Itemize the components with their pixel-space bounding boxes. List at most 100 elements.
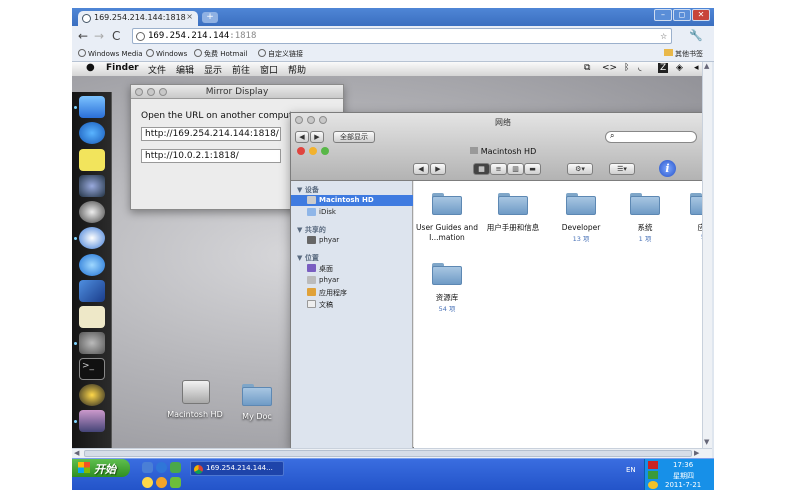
back-icon[interactable]: ← — [78, 29, 88, 43]
sidebar-item-shared-phyar[interactable]: phyar — [291, 235, 413, 246]
bookmarks-bar: Windows Media Windows 免费 Hotmail 自定义链接 其… — [72, 46, 714, 62]
menubar-extras-icon[interactable]: ⧉ — [584, 63, 590, 73]
sidebar-item-idisk[interactable]: iDisk — [291, 207, 413, 218]
nav-back-button[interactable]: ◀ — [295, 131, 309, 143]
sidebar-item-home-phyar[interactable]: phyar — [291, 275, 413, 286]
qq-icon[interactable] — [79, 384, 105, 406]
textedit-icon[interactable] — [79, 306, 105, 328]
finder-back-button[interactable]: ◀ — [413, 163, 429, 175]
view-columns-button[interactable]: ▥ — [507, 163, 524, 175]
zoom-icon[interactable] — [159, 88, 167, 96]
bookmark-hotmail[interactable]: 免费 Hotmail — [194, 49, 248, 59]
reload-icon[interactable]: C — [112, 29, 120, 43]
security-shield-icon[interactable] — [648, 471, 658, 479]
view-icon-button[interactable]: ▦ — [473, 163, 490, 175]
view-coverflow-button[interactable]: ▬ — [524, 163, 541, 175]
bookmark-windows[interactable]: Windows — [146, 49, 187, 58]
nav-forward-button[interactable]: ▶ — [310, 131, 324, 143]
sidebar-item-macintosh-hd[interactable]: Macintosh HD — [291, 195, 413, 206]
new-tab-button[interactable]: + — [202, 12, 218, 23]
home-icon — [307, 276, 316, 284]
stickies-icon[interactable] — [79, 149, 105, 171]
sidebar-item-desktop[interactable]: 桌面 — [291, 263, 413, 274]
start-button[interactable]: 开始 — [72, 459, 130, 477]
safari-icon[interactable] — [79, 227, 105, 249]
bookmark-star-icon[interactable]: ☆ — [660, 29, 667, 42]
itunes-icon[interactable] — [79, 254, 105, 276]
mirror-display-icon[interactable] — [79, 410, 105, 432]
menu-view[interactable]: 显示 — [204, 63, 222, 76]
terminal-icon[interactable]: >_ — [79, 358, 105, 380]
taskbar-button-chrome[interactable]: 169.254.214.144... — [190, 461, 284, 476]
bluetooth-icon[interactable]: ᛒ — [624, 63, 629, 73]
scroll-up-icon[interactable]: ▲ — [704, 62, 709, 70]
menu-window[interactable]: 窗口 — [260, 63, 278, 76]
search-field[interactable]: ⌕ — [605, 131, 697, 143]
other-bookmarks[interactable]: 其他书签 — [664, 49, 703, 59]
network-icon[interactable] — [648, 481, 658, 489]
menu-finder[interactable]: Finder — [106, 63, 139, 73]
qq-tray-icon[interactable] — [142, 477, 153, 488]
forward-icon[interactable]: → — [94, 29, 104, 43]
finder-icon[interactable] — [79, 96, 105, 118]
finder-forward-button[interactable]: ▶ — [430, 163, 446, 175]
menu-file[interactable]: 文件 — [148, 63, 166, 76]
show-desktop-icon[interactable] — [142, 462, 153, 473]
ie-icon[interactable] — [156, 462, 167, 473]
wifi-icon[interactable]: ◟ — [638, 63, 642, 73]
browser-tab[interactable]: 169.254.214.144:1818 × — [78, 11, 198, 26]
clock-time[interactable]: 17:36 — [673, 461, 693, 469]
scroll-right-icon[interactable]: ▶ — [694, 449, 699, 457]
action-gear-button[interactable]: ⚙▾ — [567, 163, 593, 175]
sidebar-item-applications[interactable]: 应用程序 — [291, 287, 413, 298]
tray-app-icon[interactable] — [170, 477, 181, 488]
minimize-icon[interactable] — [147, 88, 155, 96]
finder-toolbar: 网络 ◀ ▶ 全部显示 ⌕ Macintosh HD ◀ ▶ ▦ ≡ ▥ ▬ ⚙… — [291, 113, 712, 181]
menu-go[interactable]: 前往 — [232, 63, 250, 76]
scroll-down-icon[interactable]: ▼ — [704, 438, 709, 446]
bookmark-label: 免费 Hotmail — [204, 50, 248, 58]
bookmark-windows-media[interactable]: Windows Media — [78, 49, 143, 58]
app-store-icon[interactable] — [79, 122, 105, 144]
wrench-icon[interactable]: 🔧 — [689, 29, 703, 42]
volume-icon[interactable]: ◈ — [676, 63, 683, 73]
url-field-2[interactable]: http://10.0.2.1:1818/ — [141, 149, 281, 163]
horizontal-scrollbar[interactable]: ◀ ▶ — [72, 448, 712, 458]
minimize-button[interactable]: – — [654, 9, 672, 21]
media-player-icon[interactable] — [170, 462, 181, 473]
clock-weekday: 星期四 — [673, 472, 694, 480]
menu-help[interactable]: 帮助 — [288, 63, 306, 76]
code-icon[interactable]: <> — [602, 63, 617, 73]
facetime-icon[interactable] — [79, 175, 105, 197]
xcode-icon[interactable] — [79, 280, 105, 302]
sidebar-item-documents[interactable]: 文稿 — [291, 299, 413, 310]
battery-icon[interactable]: ◂ — [694, 63, 699, 73]
show-all-button[interactable]: 全部显示 — [333, 131, 375, 143]
bookmark-custom-links[interactable]: 自定义链接 — [258, 49, 303, 59]
ati-icon[interactable] — [648, 461, 658, 469]
chrome-icon — [194, 465, 203, 474]
arrange-button[interactable]: ☰▾ — [609, 163, 635, 175]
vertical-scrollbar[interactable]: ▲ ▼ — [702, 62, 712, 448]
scroll-thumb[interactable] — [84, 450, 692, 457]
tray-app-icon[interactable] — [156, 477, 167, 488]
url-field-1[interactable]: http://169.254.214.144:1818/ — [141, 127, 281, 141]
remote-mac-screen[interactable]: ● Finder 文件 编辑 显示 前往 窗口 帮助 ⧉ <> ᛒ ◟ Z ◈ … — [72, 62, 712, 448]
maximize-button[interactable]: ◻ — [673, 9, 691, 21]
address-bar[interactable]: 169.254.214.144:1818 ☆ — [132, 28, 672, 44]
folder-icon — [432, 261, 462, 285]
system-preferences-icon[interactable] — [79, 332, 105, 354]
dashboard-icon[interactable] — [79, 201, 105, 223]
input-method-icon[interactable]: Z — [658, 63, 669, 73]
menu-edit[interactable]: 编辑 — [176, 63, 194, 76]
info-icon[interactable]: i — [659, 160, 676, 177]
tab-close-icon[interactable]: × — [186, 12, 193, 21]
view-list-button[interactable]: ≡ — [490, 163, 507, 175]
page-info-icon[interactable] — [136, 32, 145, 41]
bookmark-label: Windows Media — [88, 50, 143, 58]
close-window-button[interactable]: ✕ — [692, 9, 710, 21]
close-icon[interactable] — [135, 88, 143, 96]
scroll-left-icon[interactable]: ◀ — [74, 449, 79, 457]
language-indicator[interactable]: EN — [626, 466, 636, 474]
apple-icon[interactable]: ● — [86, 62, 95, 73]
